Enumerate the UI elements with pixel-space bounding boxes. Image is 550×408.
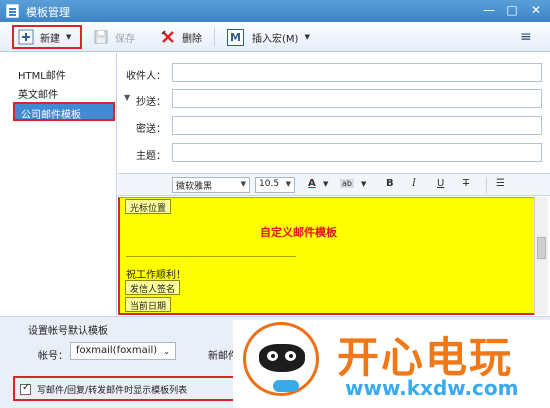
chevron-down-icon: ▼	[240, 180, 246, 188]
delete-button-label: 删除	[182, 33, 202, 45]
toolbar: 新建 ▼ 保存 删除 M 插入宏(M) ▼ ≡	[0, 22, 550, 52]
chevron-down-icon[interactable]: ▼	[304, 33, 309, 41]
show-template-list-checkbox[interactable]	[20, 382, 31, 395]
account-label: 帐号：	[38, 351, 68, 362]
font-color-button[interactable]: A	[308, 178, 316, 189]
list-button[interactable]: ☰	[496, 178, 505, 189]
window-title: 模板管理	[26, 6, 70, 19]
chevron-down-icon[interactable]: ▼	[66, 33, 71, 41]
watermark-domain: www.kxdw.com	[345, 376, 519, 400]
mascot-eye	[267, 351, 278, 361]
account-select[interactable]: foxmail(foxmail) ⌄	[70, 342, 176, 360]
chevron-down-icon[interactable]: ▼	[361, 180, 366, 188]
toolbar-separator	[214, 28, 215, 46]
template-list: HTML邮件 英文邮件 公司邮件模板	[0, 53, 117, 315]
site-watermark: 开心电玩 www.kxdw.com	[233, 320, 550, 408]
account-value: foxmail(foxmail)	[76, 345, 158, 356]
underline-button[interactable]: U	[437, 178, 444, 189]
new-button[interactable]: 新建 ▼	[12, 25, 82, 49]
floppy-icon	[93, 29, 109, 45]
italic-button[interactable]: I	[412, 178, 416, 189]
font-size-select[interactable]: 10.5 ▼	[255, 177, 295, 193]
bcc-input[interactable]	[172, 116, 542, 135]
format-toolbar: 微软雅黑 ▼ 10.5 ▼ A ▼ ab ▼ B I U T ☰	[118, 173, 550, 196]
title-bar: 模板管理 — □ ✕	[0, 0, 550, 22]
insert-macro-label: 插入宏(M)	[252, 33, 299, 45]
plus-icon	[18, 29, 34, 45]
sidebar-item-english-mail[interactable]: 英文邮件	[18, 86, 58, 101]
minimize-button[interactable]: —	[480, 2, 498, 19]
scrollbar-thumb[interactable]	[537, 237, 546, 259]
strikethrough-button[interactable]: T	[463, 178, 469, 189]
template-heading: 自定义邮件模板	[260, 226, 337, 239]
sender-signature-chip[interactable]: 发信人签名	[125, 280, 181, 295]
editor-scrollbar[interactable]	[534, 197, 548, 315]
font-family-value: 微软雅黑	[176, 182, 213, 192]
toolbar-separator	[486, 177, 487, 193]
font-family-select[interactable]: 微软雅黑 ▼	[172, 177, 250, 193]
chevron-down-icon: ▼	[285, 180, 291, 188]
bold-button[interactable]: B	[386, 178, 394, 189]
current-date-chip[interactable]: 当前日期	[125, 297, 172, 312]
to-input[interactable]	[172, 63, 542, 82]
template-app-icon	[6, 4, 19, 18]
chevron-down-icon: ⌄	[163, 347, 170, 356]
divider-line	[126, 256, 296, 257]
macro-icon: M	[227, 28, 244, 46]
closing-text: 祝工作顺利！	[126, 270, 186, 281]
show-template-list-label: 写邮件/回复/转发邮件时显示模板列表	[37, 386, 188, 396]
show-template-list-option[interactable]: 写邮件/回复/转发邮件时显示模板列表	[13, 376, 237, 401]
cursor-position-chip[interactable]: 光标位置	[125, 199, 172, 214]
insert-macro-button[interactable]: M 插入宏(M) ▼	[227, 26, 310, 48]
menu-icon[interactable]: ≡	[520, 26, 532, 48]
mascot-face	[259, 344, 305, 372]
subject-input[interactable]	[172, 143, 542, 162]
template-editor[interactable]: 光标位置 自定义邮件模板 祝工作顺利！ 发信人签名 当前日期	[118, 197, 534, 315]
bcc-label: 密送：	[136, 124, 166, 135]
save-button[interactable]: 保存	[93, 26, 135, 48]
gamepad-icon	[273, 380, 299, 392]
to-label: 收件人：	[126, 71, 166, 82]
chevron-down-icon[interactable]: ▼	[323, 180, 328, 188]
close-button[interactable]: ✕	[527, 2, 545, 19]
section-title: 设置帐号默认模板	[28, 326, 108, 337]
delete-x-icon	[160, 29, 176, 45]
delete-button[interactable]: 删除	[160, 26, 202, 48]
sidebar-item-html-mail[interactable]: HTML邮件	[18, 67, 66, 82]
save-button-label: 保存	[115, 33, 135, 45]
subject-label: 主题：	[136, 151, 166, 162]
new-button-label: 新建	[40, 33, 60, 45]
cc-input[interactable]	[172, 89, 542, 108]
cc-label: 抄送：	[136, 97, 166, 108]
mascot-eye	[285, 351, 296, 361]
font-size-value: 10.5	[259, 179, 280, 189]
sidebar-item-company-template[interactable]: 公司邮件模板	[13, 102, 115, 121]
highlight-button[interactable]: ab	[340, 179, 354, 188]
maximize-button[interactable]: □	[503, 2, 521, 19]
expand-triangle-icon[interactable]: ▼	[124, 93, 130, 102]
